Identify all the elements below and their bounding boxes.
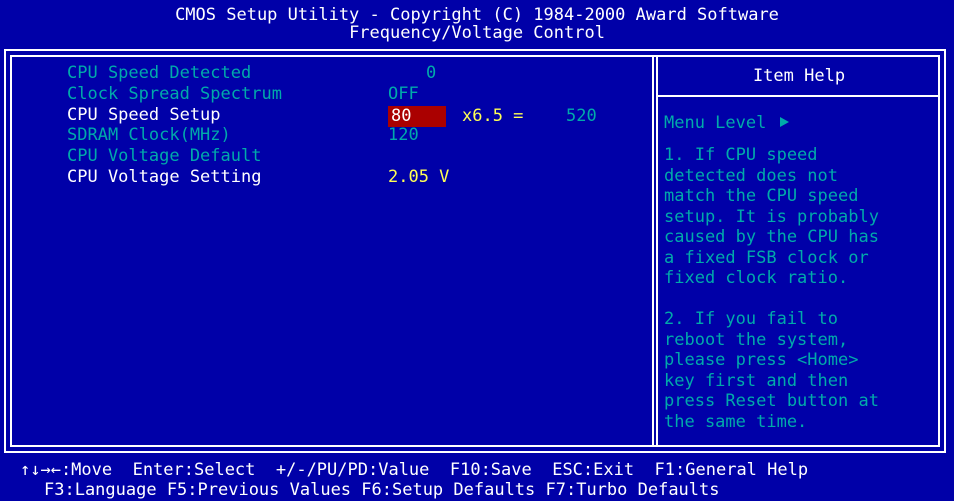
setting-value-sdram-clock: 120 [388,125,419,145]
right-arrow-icon [780,117,790,127]
setting-value-cpu-voltage-setting[interactable]: 2.05 V [388,167,449,188]
page-title: Frequency/Voltage Control [349,23,605,43]
setting-value-clock-spread-spectrum[interactable]: OFF [388,84,419,105]
footer-keys-line1: ↑↓→←:Move Enter:Select +/-/PU/PD:Value F… [20,460,809,480]
setting-label-clock-spread-spectrum[interactable]: Clock Spread Spectrum [67,84,282,105]
menu-level-label: Menu Level [664,113,767,133]
setting-label-cpu-speed-setup[interactable]: CPU Speed Setup [67,105,221,126]
setting-value-cpu-speed-detected: 0 [426,63,437,83]
app-title: CMOS Setup Utility - Copyright (C) 1984-… [175,5,779,25]
help-divider [656,95,940,97]
cpu-speed-setup-field[interactable]: 80 [388,106,446,127]
help-title: Item Help [752,66,846,86]
setting-label-cpu-voltage-setting[interactable]: CPU Voltage Setting [67,167,261,188]
setting-label-cpu-voltage-default: CPU Voltage Default [67,146,262,166]
panel-divider [652,55,658,447]
setting-label-sdram-clock: SDRAM Clock(MHz) [67,125,231,145]
cpu-speed-result: 520 [566,106,597,126]
setting-label-cpu-speed-detected: CPU Speed Detected [67,63,252,83]
footer-keys-line2: F3:Language F5:Previous Values F6:Setup … [44,480,720,500]
cpu-multiplier[interactable]: x6.5 = [462,106,523,127]
header: CMOS Setup Utility - Copyright (C) 1984-… [0,0,954,51]
menu-level: Menu Level [664,113,790,134]
help-text: 1. If CPU speed detected does not match … [664,145,879,432]
